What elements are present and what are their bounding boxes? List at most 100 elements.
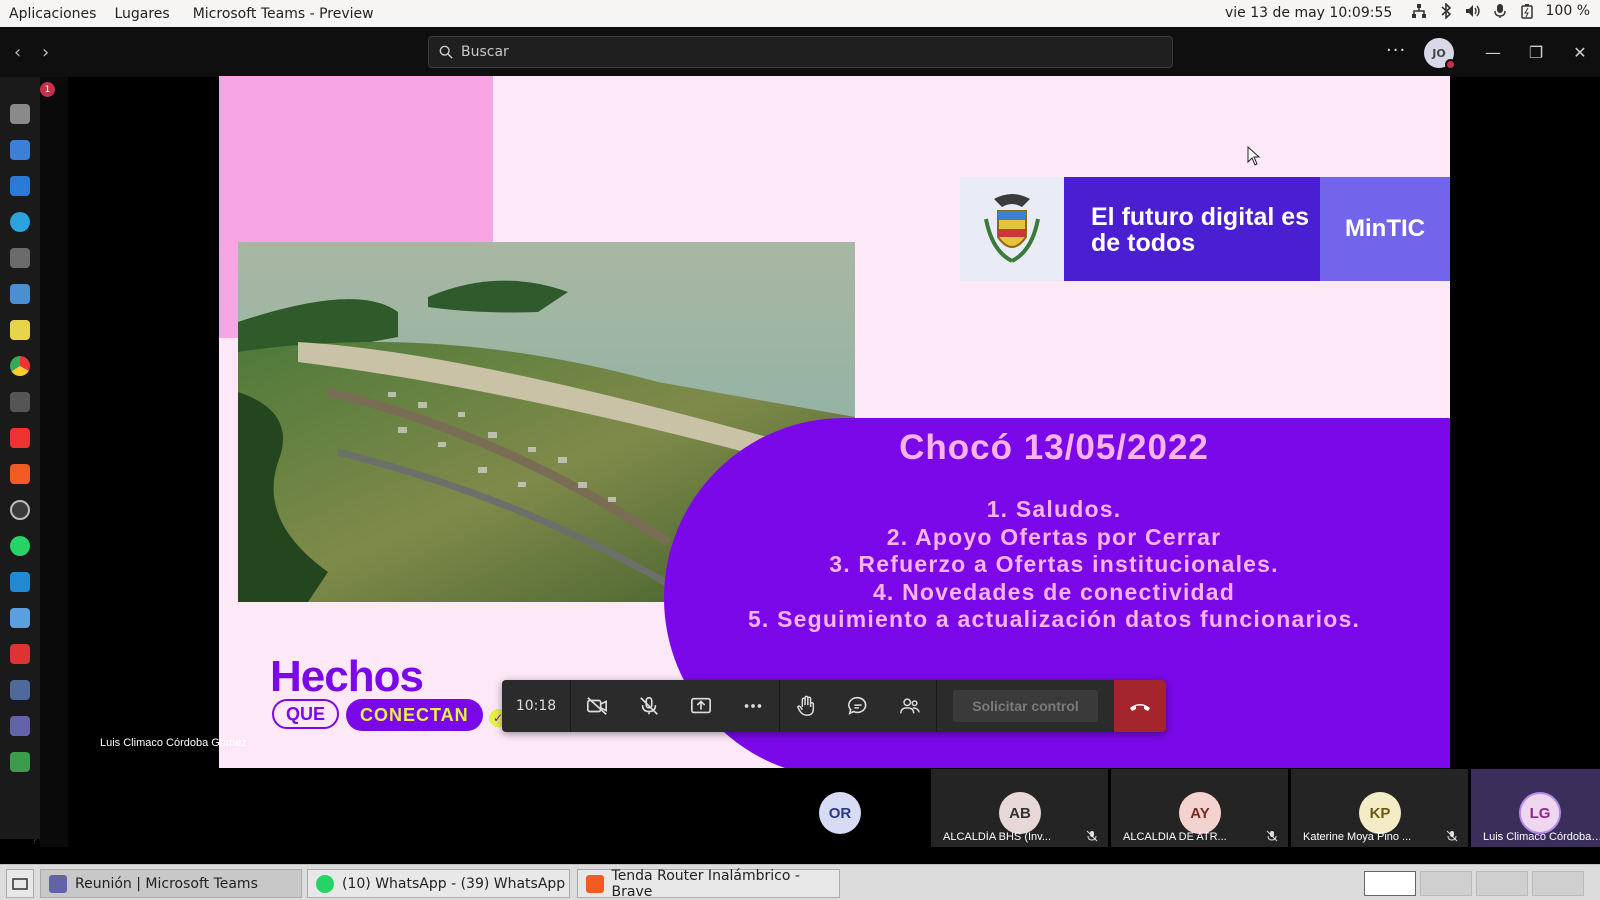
search-box[interactable]: [428, 36, 1173, 68]
agenda-item: 4. Novedades de conectividad: [872, 578, 1236, 605]
chat-icon: [848, 696, 867, 715]
show-desktop-button[interactable]: [6, 869, 34, 898]
share-icon: [691, 697, 711, 714]
teams-icon: [49, 874, 67, 893]
window-manager-icon[interactable]: [10, 248, 30, 268]
volume-icon[interactable]: [1465, 3, 1481, 19]
raise-hand-button[interactable]: [780, 680, 832, 732]
gnome-top-bar: Aplicaciones Lugares Microsoft Teams - P…: [0, 0, 1600, 27]
active-app-title[interactable]: Microsoft Teams - Preview: [193, 6, 374, 22]
taskbar-item-whatsapp[interactable]: (10) WhatsApp - (39) WhatsApp: [307, 869, 570, 898]
slogan-text: El futuro digital es de todos: [1064, 177, 1320, 281]
participant-tile[interactable]: KP Katerine Moya Pino ...: [1291, 769, 1468, 847]
docs-app-icon[interactable]: [10, 140, 30, 160]
presenter-name: Luis Climaco Córdoba Gómez: [100, 737, 247, 749]
screenshot-tool-icon[interactable]: [10, 392, 30, 412]
workspace-4[interactable]: [1532, 871, 1584, 896]
chrome-icon[interactable]: [10, 356, 30, 376]
participant-tile[interactable]: LG Luis Climaco Córdoba Gó...: [1471, 769, 1600, 847]
brand-que: QUE: [272, 699, 340, 729]
muted-mic-icon: [1446, 830, 1458, 842]
participant-tile[interactable]: AY ALCALDIA DE ATR...: [1111, 769, 1288, 847]
recycle-app-icon[interactable]: [10, 752, 30, 772]
participant-name: ALCALDIA DE ATR...: [1123, 831, 1227, 843]
workspace-1[interactable]: [1364, 871, 1416, 896]
applications-menu[interactable]: Aplicaciones: [0, 6, 105, 22]
taskbar-item-teams[interactable]: Reunión | Microsoft Teams: [40, 869, 302, 898]
participant-tile[interactable]: OR: [751, 769, 928, 847]
calendar-app-icon[interactable]: [10, 176, 30, 196]
mouse-cursor-icon: [1247, 146, 1261, 166]
teams-app-rail: ?: [32, 77, 68, 847]
government-banner: El futuro digital es de todos MinTIC: [960, 177, 1450, 281]
desktop-icon: [12, 877, 28, 890]
brave-icon[interactable]: [10, 464, 30, 484]
clock[interactable]: vie 13 de may 10:09:55: [1225, 5, 1392, 21]
participant-avatar: AB: [999, 792, 1041, 834]
close-icon[interactable]: ✕: [1568, 40, 1592, 64]
whatsapp-icon[interactable]: [10, 536, 30, 556]
participant-avatar: OR: [819, 792, 861, 834]
activity-badge: 1: [40, 82, 55, 97]
workspace-2[interactable]: [1420, 871, 1472, 896]
whatsapp-icon: [316, 874, 334, 893]
ellipsis-icon: [744, 704, 762, 708]
search-input[interactable]: [461, 44, 1141, 60]
meeting-timer: 10:18: [515, 698, 557, 714]
request-control-button[interactable]: Solicitar control: [953, 690, 1098, 722]
coat-of-arms-icon: [960, 177, 1064, 281]
participant-name: ALCALDÍA BHS (Inv...: [943, 831, 1052, 843]
teams-icon[interactable]: [10, 716, 30, 736]
vivaldi-icon[interactable]: [10, 644, 30, 664]
back-arrow-icon[interactable]: ‹: [14, 42, 21, 63]
brave-icon: [586, 874, 604, 893]
more-options-icon[interactable]: ···: [1386, 40, 1406, 61]
system-tray[interactable]: 100 %: [1411, 3, 1590, 19]
telegram-icon[interactable]: [10, 212, 30, 232]
battery-icon[interactable]: [1519, 3, 1535, 19]
bluetooth-icon[interactable]: [1438, 3, 1454, 19]
maximize-icon[interactable]: ❐: [1524, 40, 1548, 64]
leave-call-button[interactable]: [1114, 680, 1166, 732]
search-icon: [439, 45, 453, 59]
more-actions-button[interactable]: [727, 680, 779, 732]
files-app-icon[interactable]: [10, 104, 30, 124]
image-viewer-icon[interactable]: [10, 284, 30, 304]
forward-arrow-icon[interactable]: ›: [42, 42, 49, 63]
camera-toggle-button[interactable]: [571, 680, 623, 732]
teams-title-bar: ‹ › ··· JO — ❐ ✕: [0, 27, 1600, 77]
participants-button[interactable]: [884, 680, 936, 732]
taskbar-item-label: (10) WhatsApp - (39) WhatsApp: [342, 875, 566, 892]
workspace-3[interactable]: [1476, 871, 1528, 896]
share-screen-button[interactable]: [675, 680, 727, 732]
divider: [936, 680, 937, 732]
network-icon[interactable]: [1411, 3, 1427, 19]
participant-avatar: AY: [1179, 792, 1221, 834]
taskbar-item-label: Tenda Router Inalámbrico - Brave: [611, 867, 800, 900]
people-icon: [900, 698, 920, 714]
brand-conectan: CONECTAN: [346, 699, 483, 731]
hand-icon: [796, 695, 815, 716]
user-initials: JO: [1432, 46, 1446, 60]
vscode-icon[interactable]: [10, 572, 30, 592]
brand-hechos: Hechos: [270, 652, 424, 701]
application-dock: [0, 77, 40, 839]
microphone-icon[interactable]: [1492, 3, 1508, 19]
agenda-item: 1. Saludos.: [986, 496, 1122, 522]
minimize-icon[interactable]: —: [1481, 40, 1505, 64]
places-menu[interactable]: Lugares: [105, 6, 178, 22]
participant-tile[interactable]: AB ALCALDÍA BHS (Inv...: [931, 769, 1108, 847]
camera-off-icon: [587, 697, 607, 715]
taskbar-item-brave[interactable]: Tenda Router Inalámbrico - Brave: [577, 867, 840, 900]
obs-icon[interactable]: [10, 500, 30, 520]
hangup-icon: [1130, 704, 1150, 711]
settings-tool-icon[interactable]: [10, 680, 30, 700]
chat-button[interactable]: [832, 680, 884, 732]
agenda-title: Chocó 13/05/2022: [899, 428, 1209, 467]
participant-name: Luis Climaco Córdoba Gó...: [1483, 831, 1600, 843]
text-editor-icon[interactable]: [10, 320, 30, 340]
package-app-icon[interactable]: [10, 608, 30, 628]
youtube-icon[interactable]: [10, 428, 30, 448]
mic-toggle-button[interactable]: [623, 680, 675, 732]
user-avatar[interactable]: JO: [1424, 38, 1456, 70]
